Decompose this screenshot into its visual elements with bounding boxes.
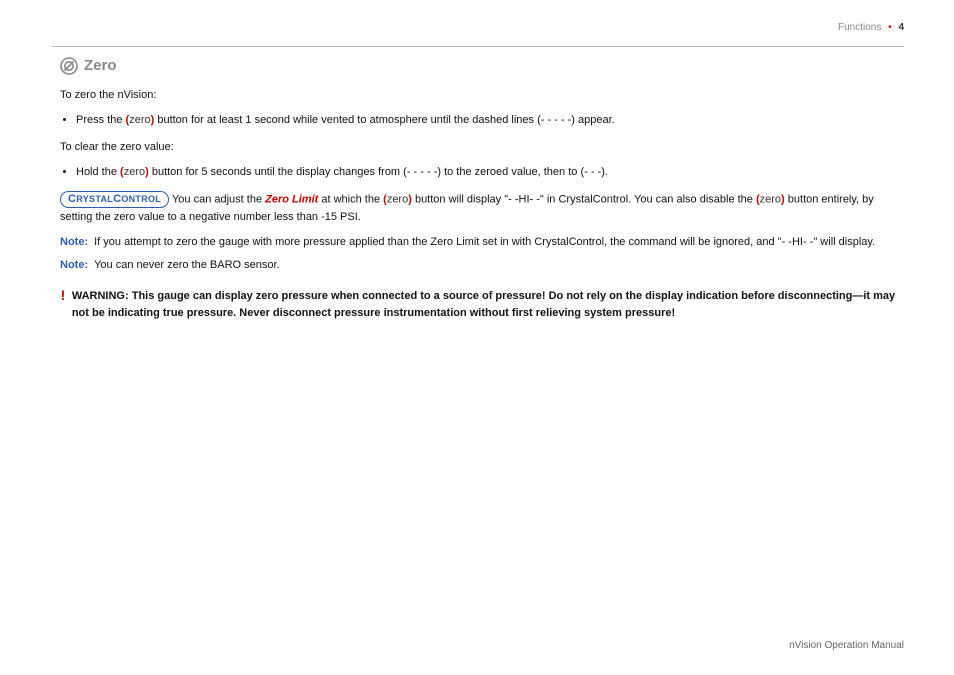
breadcrumb-page: 4 [898, 22, 904, 33]
section-title: Zero [60, 54, 904, 77]
breadcrumb-dot: • [888, 22, 892, 33]
note-body: If you attempt to zero the gauge with mo… [94, 234, 904, 251]
list-item: Press the (zero) button for at least 1 s… [76, 112, 904, 129]
text: button will display "- -HI- -" in Crysta… [412, 194, 756, 206]
zero-limit-term: Zero Limit [265, 194, 318, 206]
intro-text: To zero the nVision: [60, 87, 904, 104]
text: RYSTAL [76, 192, 113, 207]
warning-icon: ! [60, 288, 66, 322]
text: button for at least 1 second while vente… [154, 114, 614, 126]
note-label: Note: [60, 257, 88, 274]
bullet-list-2: Hold the (zero) button for 5 seconds unt… [60, 164, 904, 181]
bullet-list-1: Press the (zero) button for at least 1 s… [60, 112, 904, 129]
text: at which the [318, 194, 383, 206]
text: C [113, 192, 121, 207]
list-item: Hold the (zero) button for 5 seconds unt… [76, 164, 904, 181]
zero-button-label: zero [129, 114, 150, 126]
note-2: Note: You can never zero the BARO sensor… [60, 257, 904, 274]
crystalcontrol-badge: CRYSTALCONTROL [60, 191, 169, 208]
header-rule [52, 46, 904, 47]
note-body: You can never zero the BARO sensor. [94, 257, 904, 274]
warning: ! WARNING: This gauge can display zero p… [60, 288, 904, 322]
zero-button-label: zero [387, 194, 408, 206]
page: Functions • 4 Zero To zero the nVision: … [0, 0, 954, 675]
breadcrumb-section: Functions [838, 22, 881, 33]
text: C [68, 192, 76, 207]
warning-text: WARNING: This gauge can display zero pre… [72, 288, 904, 322]
clear-intro-text: To clear the zero value: [60, 139, 904, 156]
text: ONTROL [121, 192, 161, 207]
crystalcontrol-para: CRYSTALCONTROL You can adjust the Zero L… [60, 191, 904, 226]
zero-button-label: zero [760, 194, 781, 206]
footer-text: nVision Operation Manual [789, 640, 904, 651]
content: Zero To zero the nVision: Press the (zer… [60, 54, 904, 322]
zero-button-label: zero [124, 166, 145, 178]
text: Hold the [76, 166, 120, 178]
breadcrumb: Functions • 4 [838, 22, 904, 33]
section-title-text: Zero [84, 54, 117, 77]
text: You can adjust the [169, 194, 265, 206]
text: Press the [76, 114, 126, 126]
text: button for 5 seconds until the display c… [149, 166, 608, 178]
warning-label: WARNING: [72, 290, 129, 302]
zero-icon [60, 57, 78, 75]
warning-body: This gauge can display zero pressure whe… [72, 290, 895, 319]
note-label: Note: [60, 234, 88, 251]
note-1: Note: If you attempt to zero the gauge w… [60, 234, 904, 251]
